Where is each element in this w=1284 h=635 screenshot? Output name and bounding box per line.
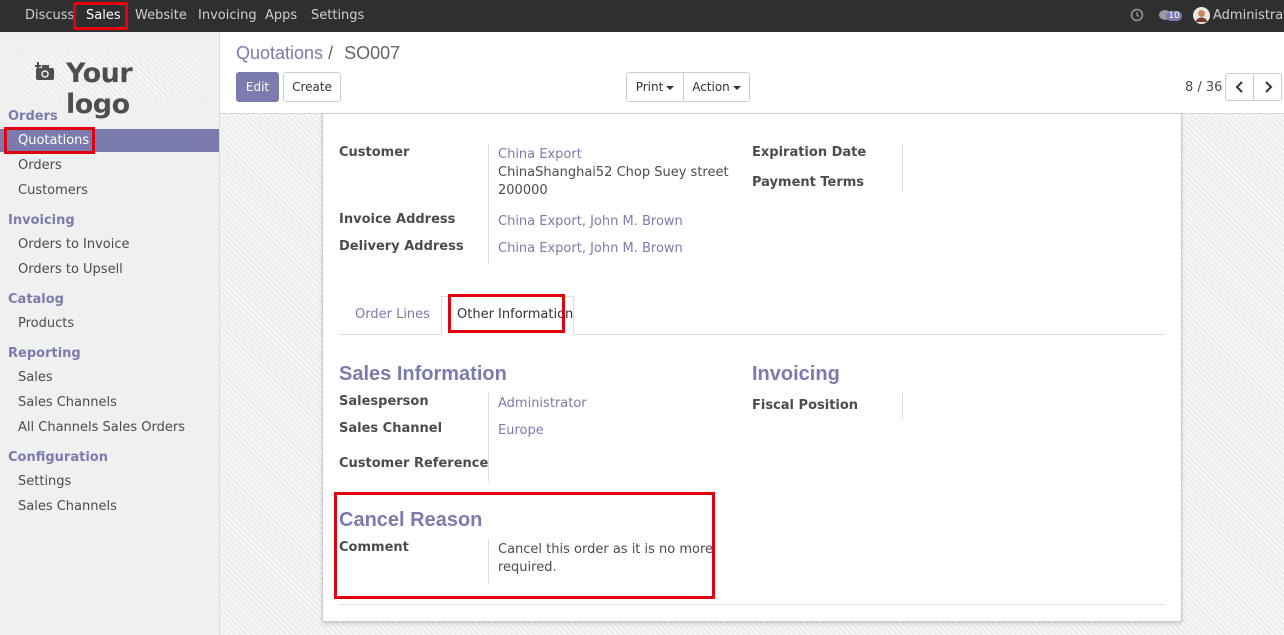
sidebar-item-sales[interactable]: Sales <box>18 370 53 385</box>
menu-discuss[interactable]: Discuss <box>25 0 74 32</box>
sidebar-item-products[interactable]: Products <box>18 316 74 331</box>
chevron-right-icon <box>1264 81 1272 93</box>
sidebar-item-customers[interactable]: Customers <box>18 183 88 198</box>
highlight-quotations <box>4 127 95 154</box>
salesperson-value[interactable]: Administrator <box>498 395 587 413</box>
action-button[interactable]: Action <box>683 72 750 102</box>
highlight-sales-menu <box>73 2 128 30</box>
sidebar-item-config-sales-channels[interactable]: Sales Channels <box>18 499 117 514</box>
field-separator <box>488 144 489 264</box>
breadcrumb: Quotations / SO007 <box>236 43 400 64</box>
breadcrumb-quotations[interactable]: Quotations <box>236 43 323 63</box>
sidebar-item-settings[interactable]: Settings <box>18 474 71 489</box>
customer-reference-label: Customer Reference <box>339 456 489 471</box>
action-caret-icon <box>732 85 741 90</box>
field-separator <box>488 393 489 481</box>
tab-order-lines[interactable]: Order Lines <box>355 307 430 322</box>
sidebar-section-invoicing: Invoicing <box>8 213 75 228</box>
pager-next-button[interactable] <box>1253 73 1282 101</box>
field-separator <box>902 144 903 192</box>
breadcrumb-current: SO007 <box>344 43 401 63</box>
highlight-cancel-reason <box>334 492 715 599</box>
salesperson-label: Salesperson <box>339 394 429 409</box>
highlight-other-information-tab <box>448 294 565 333</box>
invoice-address-label: Invoice Address <box>339 212 456 227</box>
sidebar-section-catalog: Catalog <box>8 292 64 307</box>
print-caret-icon <box>666 85 675 90</box>
menu-apps[interactable]: Apps <box>265 0 297 32</box>
breadcrumb-separator: / <box>328 43 334 63</box>
expiration-date-label: Expiration Date <box>752 145 867 160</box>
sidebar-item-orders[interactable]: Orders <box>18 158 62 173</box>
menu-website[interactable]: Website <box>135 0 187 32</box>
payment-terms-label: Payment Terms <box>752 175 865 190</box>
invoice-address-link[interactable]: China Export, John M. Brown <box>498 213 683 231</box>
customer-label: Customer <box>339 145 410 160</box>
company-logo: Your logo <box>22 52 202 120</box>
edit-button[interactable]: Edit <box>236 72 279 102</box>
fiscal-position-label: Fiscal Position <box>752 398 859 413</box>
logo-text: Your logo <box>66 58 133 120</box>
menu-invoicing[interactable]: Invoicing <box>198 0 257 32</box>
create-button[interactable]: Create <box>283 72 341 102</box>
sidebar-item-orders-to-invoice[interactable]: Orders to Invoice <box>18 237 130 252</box>
sidebar-section-orders: Orders <box>8 109 58 124</box>
customer-name-link[interactable]: China Export <box>498 146 582 164</box>
sidebar-item-orders-to-upsell[interactable]: Orders to Upsell <box>18 262 123 277</box>
customer-address-line1: ChinaShanghai52 Chop Suey street <box>498 165 729 180</box>
sales-information-heading: Sales Information <box>339 363 507 385</box>
pager-value[interactable]: 8 / 36 <box>1185 80 1222 95</box>
menu-settings[interactable]: Settings <box>311 0 364 32</box>
chat-count-badge: 10 <box>1168 11 1180 21</box>
user-menu[interactable]: Administrator <box>1213 0 1284 32</box>
delivery-address-link[interactable]: China Export, John M. Brown <box>498 240 683 258</box>
sidebar-section-configuration: Configuration <box>8 450 108 465</box>
print-label: Print <box>635 80 664 94</box>
avatar[interactable] <box>1193 7 1210 28</box>
sidebar-section-reporting: Reporting <box>8 346 81 361</box>
sales-channel-label: Sales Channel <box>339 421 443 436</box>
action-label: Action <box>692 80 730 94</box>
delivery-address-label: Delivery Address <box>339 239 464 254</box>
sidebar-item-sales-channels[interactable]: Sales Channels <box>18 395 117 410</box>
invoicing-heading: Invoicing <box>752 363 840 385</box>
customer-address-line2: 200000 <box>498 183 548 198</box>
field-separator <box>902 393 903 419</box>
top-navbar: Discuss Sales Website Invoicing Apps Set… <box>0 0 1284 32</box>
clock-icon[interactable] <box>1130 8 1144 26</box>
sales-channel-value[interactable]: Europe <box>498 422 544 440</box>
camera-icon <box>32 60 56 86</box>
print-button[interactable]: Print <box>626 72 684 102</box>
sidebar-item-all-channels-sales-orders[interactable]: All Channels Sales Orders <box>18 420 185 435</box>
sheet-bottom-divider <box>339 604 1165 605</box>
chevron-left-icon <box>1235 81 1243 93</box>
pager-previous-button[interactable] <box>1225 73 1254 101</box>
